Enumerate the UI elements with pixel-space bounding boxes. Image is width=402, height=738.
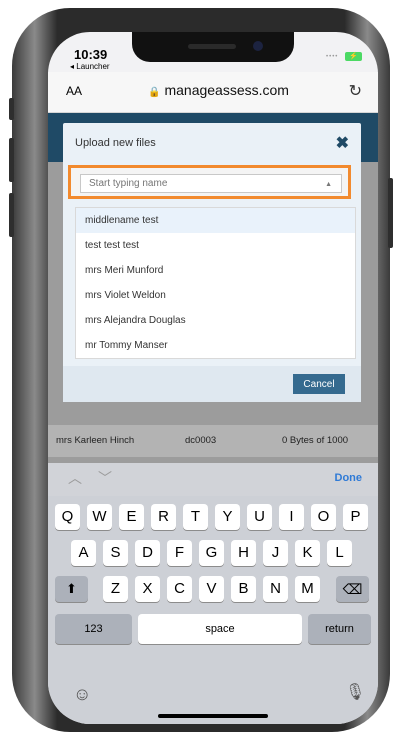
emoji-icon[interactable]: ☺ (73, 684, 91, 705)
close-icon[interactable]: ✖ (336, 133, 349, 153)
key-s[interactable]: S (103, 540, 128, 566)
keyboard: Q W E R T Y U I O P A S D F G H J K L ⬆ … (48, 496, 378, 724)
lock-icon: 🔒 (148, 87, 161, 98)
key-z[interactable]: Z (103, 576, 128, 602)
modal-footer: Cancel (63, 366, 361, 402)
dropdown-item[interactable]: mr Tommy Manser (76, 333, 355, 358)
phone-frame: 10:39 ◂ Launcher •••• ⚡ AA 🔒 manageassess… (9, 8, 393, 732)
key-o[interactable]: O (311, 504, 336, 530)
cancel-button[interactable]: Cancel (293, 374, 345, 394)
key-t[interactable]: T (183, 504, 208, 530)
dropdown-item[interactable]: test test test (76, 233, 355, 258)
next-field-icon[interactable]: ﹀ (98, 468, 112, 488)
row-size: 0 Bytes of 1000 (282, 435, 349, 446)
key-l[interactable]: L (327, 540, 352, 566)
key-r[interactable]: R (151, 504, 176, 530)
microphone-icon[interactable]: 🎙 (345, 682, 365, 702)
power-button (388, 178, 393, 248)
key-p[interactable]: P (343, 504, 368, 530)
signal-icon: •••• (326, 54, 339, 60)
key-i[interactable]: I (279, 504, 304, 530)
url-field[interactable]: 🔒 manageassess.com (148, 82, 289, 98)
key-a[interactable]: A (71, 540, 96, 566)
status-time: 10:39 (74, 47, 108, 62)
delete-key[interactable]: ⌫ (336, 576, 369, 602)
key-g[interactable]: G (199, 540, 224, 566)
key-k[interactable]: K (295, 540, 320, 566)
address-bar[interactable]: AA 🔒 manageassess.com ↻ (48, 72, 378, 113)
shift-key[interactable]: ⬆ (55, 576, 88, 602)
key-m[interactable]: M (295, 576, 320, 602)
name-search-input[interactable] (80, 174, 342, 193)
back-to-app-link[interactable]: ◂ Launcher (70, 62, 110, 71)
row-code: dc0003 (185, 435, 217, 446)
key-b[interactable]: B (231, 576, 256, 602)
caret-up-icon[interactable]: ▲ (325, 181, 332, 188)
text-size-button[interactable]: AA (66, 84, 82, 98)
key-j[interactable]: J (263, 540, 288, 566)
upload-modal: Upload new files ✖ ▲ middlename test tes… (63, 123, 361, 402)
search-highlight: ▲ (68, 165, 351, 199)
modal-title: Upload new files (75, 137, 156, 149)
space-key[interactable]: space (138, 614, 302, 644)
phone-screen: 10:39 ◂ Launcher •••• ⚡ AA 🔒 manageassess… (48, 32, 378, 724)
numbers-key[interactable]: 123 (55, 614, 132, 644)
key-h[interactable]: H (231, 540, 256, 566)
row-name: mrs Karleen Hinch (56, 435, 135, 446)
url-text: manageassess.com (164, 82, 289, 98)
previous-field-icon[interactable]: ︿ (68, 468, 82, 488)
battery-icon: ⚡ (345, 52, 362, 61)
reload-icon[interactable]: ↻ (349, 81, 362, 101)
dropdown-item[interactable]: mrs Meri Munford (76, 258, 355, 283)
key-n[interactable]: N (263, 576, 288, 602)
camera-icon (253, 41, 263, 51)
keyboard-accessory-bar: ︿ ﹀ Done (48, 463, 378, 496)
speaker-grille (188, 44, 236, 49)
dropdown-item[interactable]: mrs Alejandra Douglas (76, 308, 355, 333)
table-row[interactable]: mrs Karleen Hinch dc0003 0 Bytes of 1000 (48, 425, 378, 457)
key-f[interactable]: F (167, 540, 192, 566)
volume-up-button (9, 138, 14, 182)
dropdown-item[interactable]: mrs Violet Weldon (76, 283, 355, 308)
name-dropdown-list: middlename test test test test mrs Meri … (75, 207, 356, 359)
volume-down-button (9, 193, 14, 237)
silent-switch (9, 98, 14, 120)
key-u[interactable]: U (247, 504, 272, 530)
key-x[interactable]: X (135, 576, 160, 602)
home-indicator (158, 714, 268, 718)
return-key[interactable]: return (308, 614, 371, 644)
dropdown-item[interactable]: middlename test (76, 208, 355, 233)
web-page: Upload new files ✖ ▲ middlename test tes… (48, 113, 378, 463)
key-w[interactable]: W (87, 504, 112, 530)
key-v[interactable]: V (199, 576, 224, 602)
key-e[interactable]: E (119, 504, 144, 530)
key-q[interactable]: Q (55, 504, 80, 530)
done-button[interactable]: Done (335, 472, 363, 484)
key-c[interactable]: C (167, 576, 192, 602)
key-d[interactable]: D (135, 540, 160, 566)
key-y[interactable]: Y (215, 504, 240, 530)
